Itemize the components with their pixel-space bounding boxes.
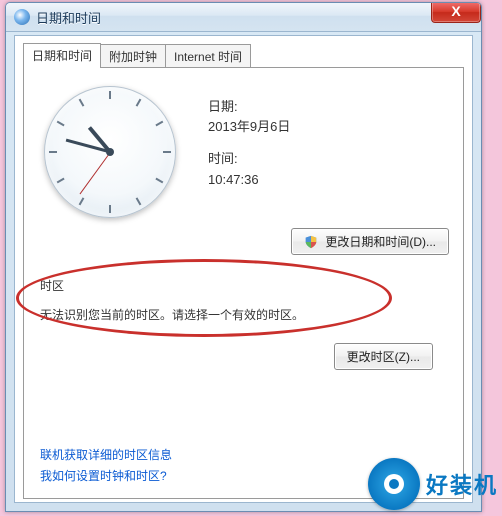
change-datetime-row: 更改日期和时间(D)... — [24, 226, 463, 265]
timezone-section: 时区 无法识别您当前的时区。请选择一个有效的时区。 更改时区(Z)... — [24, 265, 463, 376]
clock-tick — [155, 121, 163, 127]
clock-tick — [136, 197, 142, 205]
clock-tick — [109, 205, 111, 213]
date-value: 2013年9月6日 — [208, 118, 447, 136]
date-info: 日期: 2013年9月6日 时间: 10:47:36 — [180, 86, 447, 218]
titlebar[interactable]: 日期和时间 X — [6, 3, 481, 32]
clock-second-hand — [79, 152, 110, 195]
clock-tick — [155, 178, 163, 184]
link-how-set-clock[interactable]: 我如何设置时钟和时区? — [40, 469, 167, 483]
change-timezone-row: 更改时区(Z)... — [40, 343, 447, 370]
timezone-heading: 时区 — [40, 277, 447, 294]
change-timezone-button[interactable]: 更改时区(Z)... — [334, 343, 433, 370]
clock-tick — [57, 121, 65, 127]
dialog-window: 日期和时间 X 日期和时间 附加时钟 Internet 时间 — [5, 2, 482, 512]
time-value: 10:47:36 — [208, 171, 447, 189]
close-button[interactable]: X — [431, 2, 481, 23]
link-tz-details[interactable]: 联机获取详细的时区信息 — [40, 448, 172, 462]
links-area: 联机获取详细的时区信息 我如何设置时钟和时区? — [40, 445, 172, 486]
clock-tick — [49, 151, 57, 153]
window-title: 日期和时间 — [36, 8, 101, 27]
clock-tick — [136, 99, 142, 107]
timezone-warning: 无法识别您当前的时区。请选择一个有效的时区。 — [40, 306, 447, 323]
change-datetime-button[interactable]: 更改日期和时间(D)... — [291, 228, 449, 255]
clock-tick — [57, 178, 65, 184]
app-icon — [14, 9, 30, 25]
client-area: 日期和时间 附加时钟 Internet 时间 — [14, 35, 473, 503]
date-label: 日期: — [208, 98, 447, 116]
close-icon: X — [451, 3, 460, 19]
clock-row: 日期: 2013年9月6日 时间: 10:47:36 — [24, 68, 463, 226]
tab-additional-clocks[interactable]: 附加时钟 — [100, 44, 166, 68]
clock-wrap — [40, 86, 180, 218]
change-timezone-label: 更改时区(Z)... — [347, 350, 420, 364]
tab-internet-time[interactable]: Internet 时间 — [165, 44, 251, 68]
tab-bar: 日期和时间 附加时钟 Internet 时间 — [23, 44, 464, 67]
analog-clock — [44, 86, 176, 218]
clock-tick — [163, 151, 171, 153]
annotation-ellipse — [16, 259, 392, 337]
clock-tick — [79, 197, 85, 205]
tab-date-time[interactable]: 日期和时间 — [23, 43, 101, 68]
clock-tick — [109, 91, 111, 99]
shield-icon — [304, 235, 318, 249]
time-label: 时间: — [208, 150, 447, 168]
clock-tick — [79, 99, 85, 107]
change-datetime-label: 更改日期和时间(D)... — [325, 235, 436, 249]
tab-panel: 日期: 2013年9月6日 时间: 10:47:36 — [23, 67, 464, 499]
